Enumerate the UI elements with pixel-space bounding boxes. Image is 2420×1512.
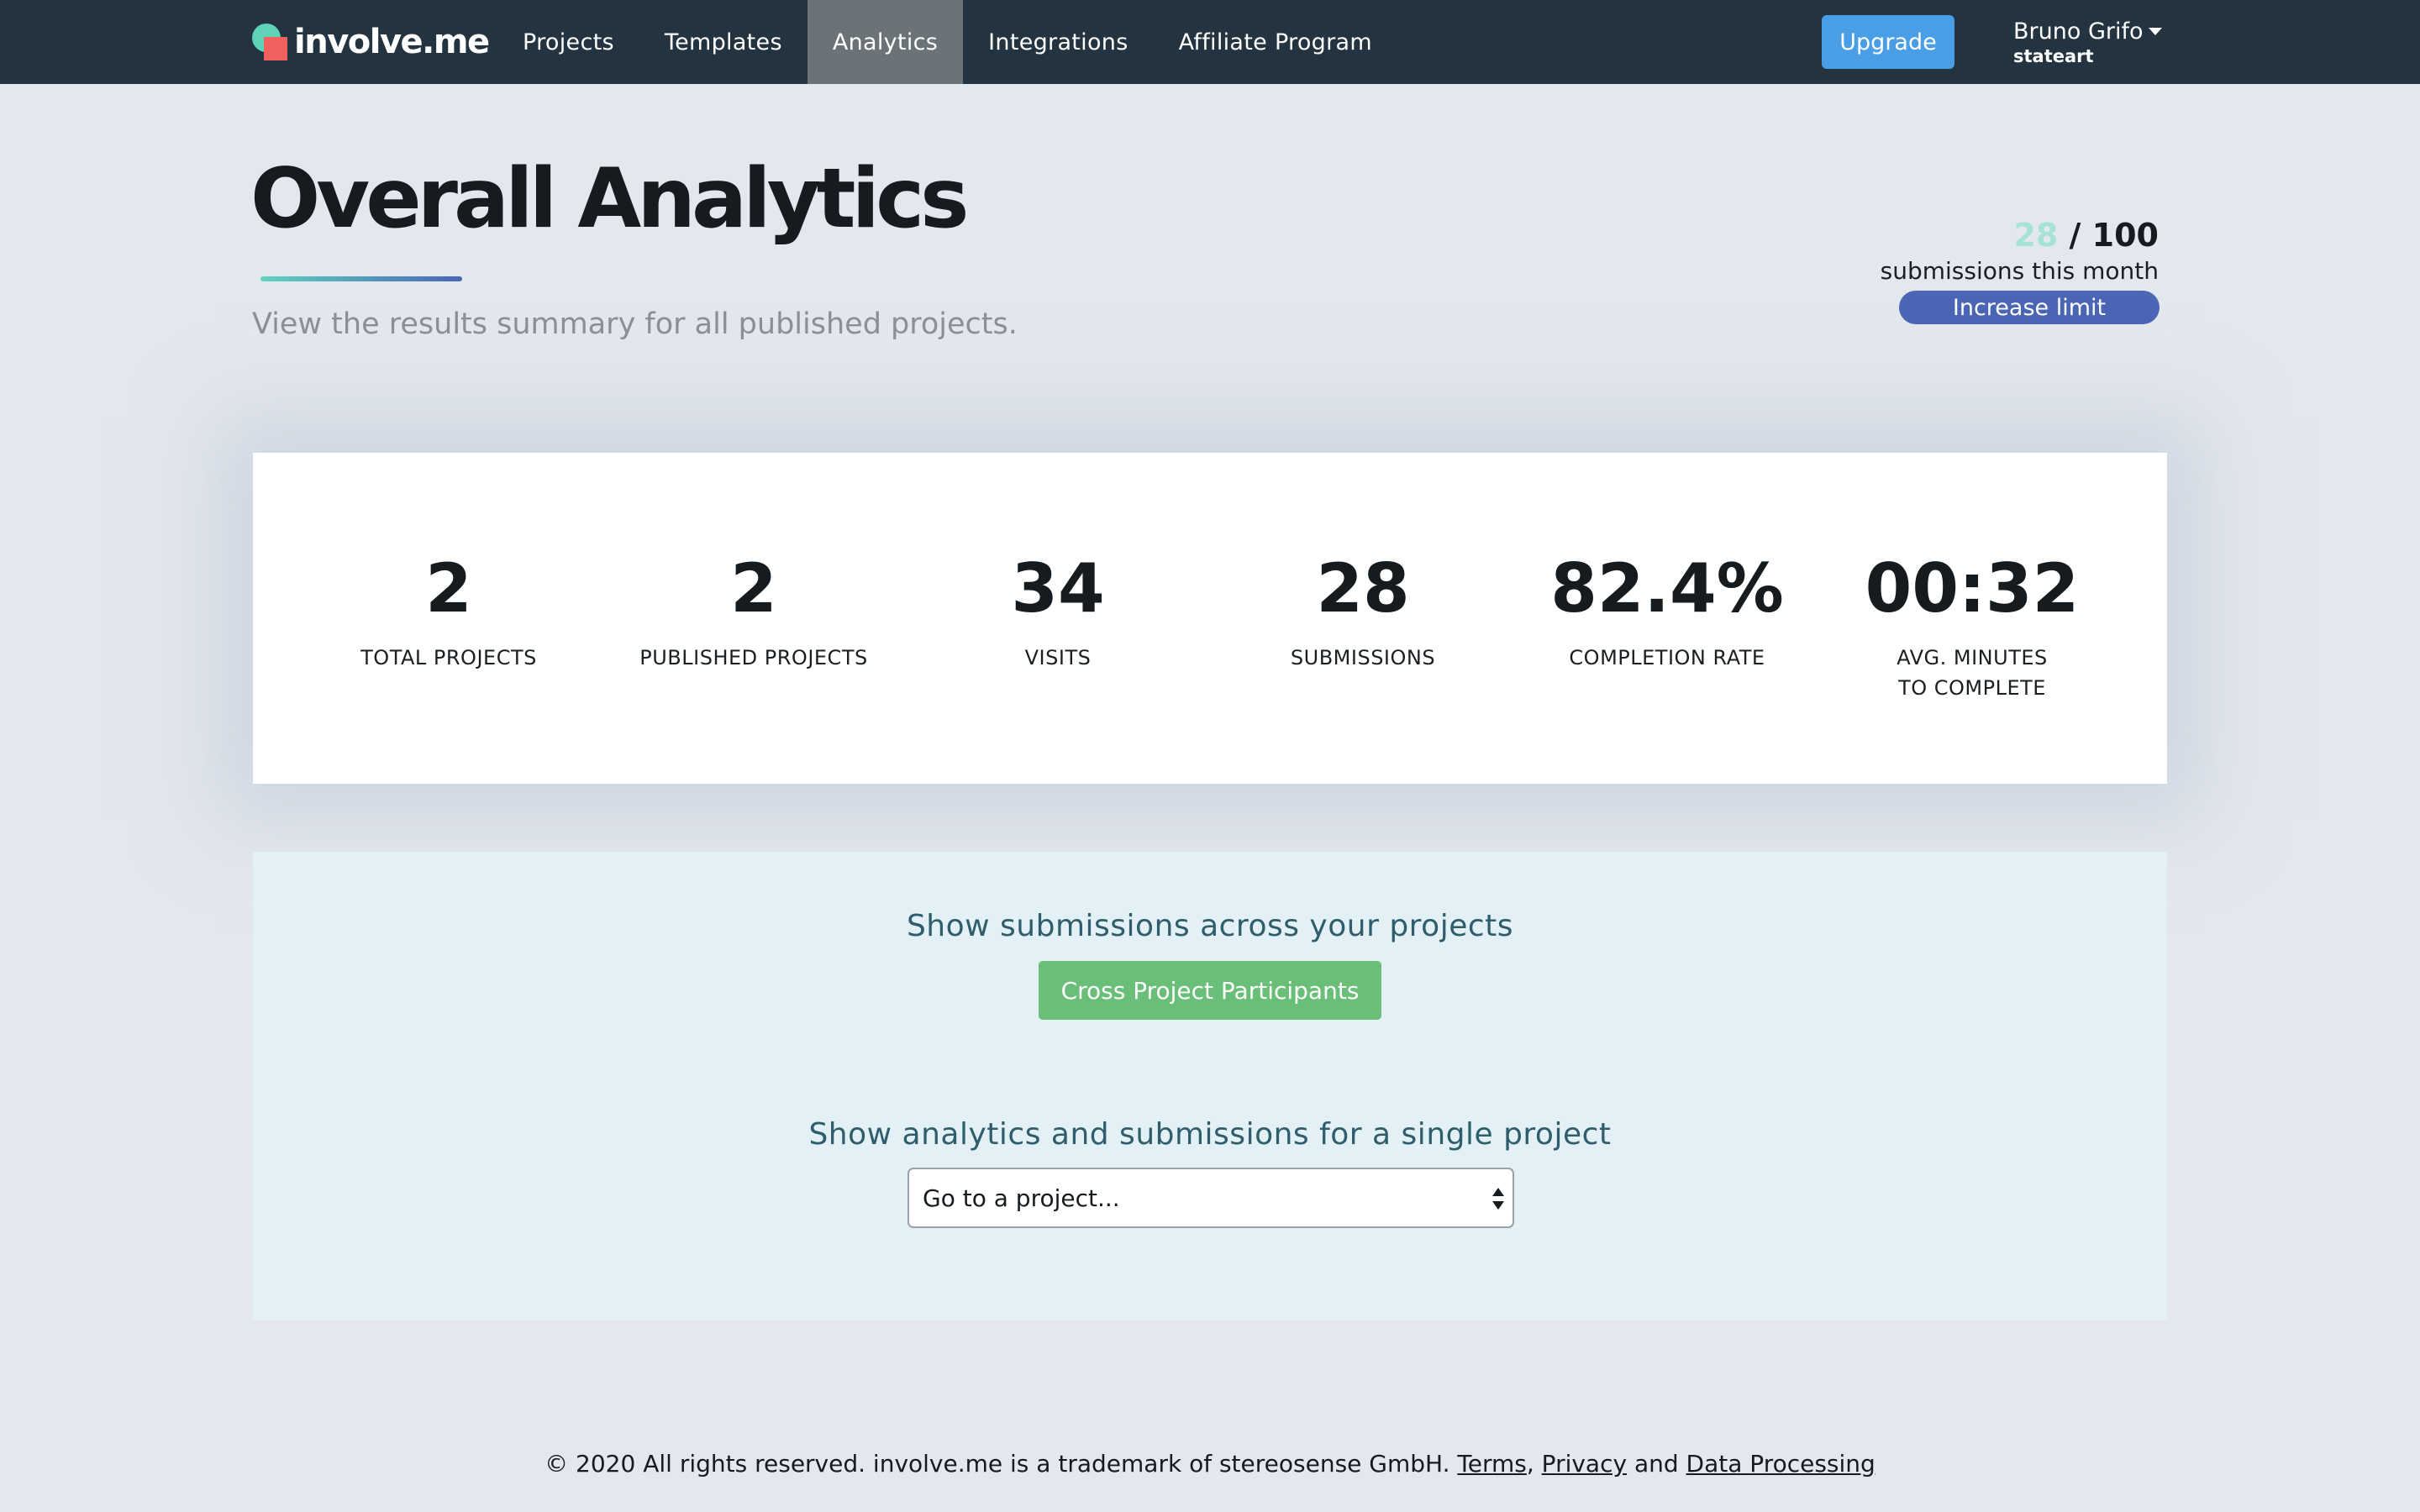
nav-item-analytics[interactable]: Analytics bbox=[807, 0, 964, 84]
terms-link[interactable]: Terms bbox=[1457, 1450, 1526, 1478]
caret-down-icon bbox=[2148, 28, 2162, 35]
user-menu[interactable]: Bruno Grifo stateart bbox=[2013, 18, 2162, 66]
main-nav: Projects Templates Analytics Integration… bbox=[497, 0, 1397, 84]
stat-value: 28 bbox=[1316, 549, 1410, 627]
stat-label: AVG. MINUTES TO COMPLETE bbox=[1897, 646, 2048, 700]
logo-icon bbox=[252, 24, 289, 60]
select-arrows-icon bbox=[1492, 1188, 1504, 1211]
page-title: Overall Analytics bbox=[250, 151, 969, 247]
nav-item-integrations[interactable]: Integrations bbox=[963, 0, 1153, 84]
single-project-heading: Show analytics and submissions for a sin… bbox=[808, 1117, 1612, 1152]
stats-card: 2 TOTAL PROJECTS 2 PUBLISHED PROJECTS 34… bbox=[253, 453, 2167, 784]
stat-value: 00:32 bbox=[1865, 549, 2080, 627]
stat-label: SUBMISSIONS bbox=[1290, 646, 1436, 669]
user-name: Bruno Grifo bbox=[2013, 18, 2144, 45]
user-org: stateart bbox=[2013, 46, 2094, 66]
quota-label: submissions this month bbox=[1880, 257, 2159, 285]
footer: © 2020 All rights reserved. involve.me i… bbox=[0, 1450, 2420, 1478]
footer-and: and bbox=[1627, 1450, 1686, 1478]
cross-project-heading: Show submissions across your projects bbox=[906, 909, 1514, 943]
privacy-link[interactable]: Privacy bbox=[1542, 1450, 1627, 1478]
increase-limit-button[interactable]: Increase limit bbox=[1899, 291, 2160, 324]
quota-limit: 100 bbox=[2091, 217, 2159, 254]
stat-value: 34 bbox=[1011, 549, 1105, 627]
stat-total-projects: 2 TOTAL PROJECTS bbox=[323, 547, 575, 673]
nav-item-projects[interactable]: Projects bbox=[497, 0, 639, 84]
submission-quota: 28 / 100 submissions this month bbox=[1881, 217, 2159, 285]
stat-published-projects: 2 PUBLISHED PROJECTS bbox=[628, 547, 880, 673]
stat-value: 2 bbox=[730, 549, 777, 627]
top-navbar: involve.me Projects Templates Analytics … bbox=[0, 0, 2420, 84]
project-select-value: Go to a project... bbox=[923, 1184, 1120, 1212]
project-select[interactable]: Go to a project... bbox=[908, 1168, 1514, 1228]
logo-text: involve.me bbox=[294, 23, 490, 61]
stat-label: TOTAL PROJECTS bbox=[360, 646, 537, 669]
nav-item-templates[interactable]: Templates bbox=[639, 0, 808, 84]
data-processing-link[interactable]: Data Processing bbox=[1686, 1450, 1876, 1478]
upgrade-button[interactable]: Upgrade bbox=[1822, 15, 1954, 69]
stat-value: 82.4% bbox=[1550, 549, 1784, 627]
stat-label: PUBLISHED PROJECTS bbox=[639, 646, 868, 669]
title-underline bbox=[260, 276, 462, 281]
involve-me-logo[interactable]: involve.me bbox=[252, 20, 490, 64]
footer-copyright: © 2020 All rights reserved. involve.me i… bbox=[544, 1450, 1458, 1478]
stat-value: 2 bbox=[425, 549, 472, 627]
quota-used: 28 bbox=[2013, 217, 2059, 254]
page-subtitle: View the results summary for all publish… bbox=[252, 307, 1018, 341]
stat-label: COMPLETION RATE bbox=[1569, 646, 1765, 669]
quota-separator: / bbox=[2058, 217, 2092, 254]
project-actions-panel: Show submissions across your projects Cr… bbox=[253, 852, 2167, 1320]
footer-comma: , bbox=[1526, 1450, 1542, 1478]
stat-avg-minutes: 00:32 AVG. MINUTES TO COMPLETE bbox=[1846, 547, 2098, 703]
stat-completion-rate: 82.4% COMPLETION RATE bbox=[1541, 547, 1793, 673]
stat-label: VISITS bbox=[1024, 646, 1092, 669]
nav-item-affiliate-program[interactable]: Affiliate Program bbox=[1154, 0, 1397, 84]
stat-submissions: 28 SUBMISSIONS bbox=[1237, 547, 1489, 673]
stat-visits: 34 VISITS bbox=[932, 547, 1184, 673]
cross-project-participants-button[interactable]: Cross Project Participants bbox=[1039, 961, 1381, 1020]
